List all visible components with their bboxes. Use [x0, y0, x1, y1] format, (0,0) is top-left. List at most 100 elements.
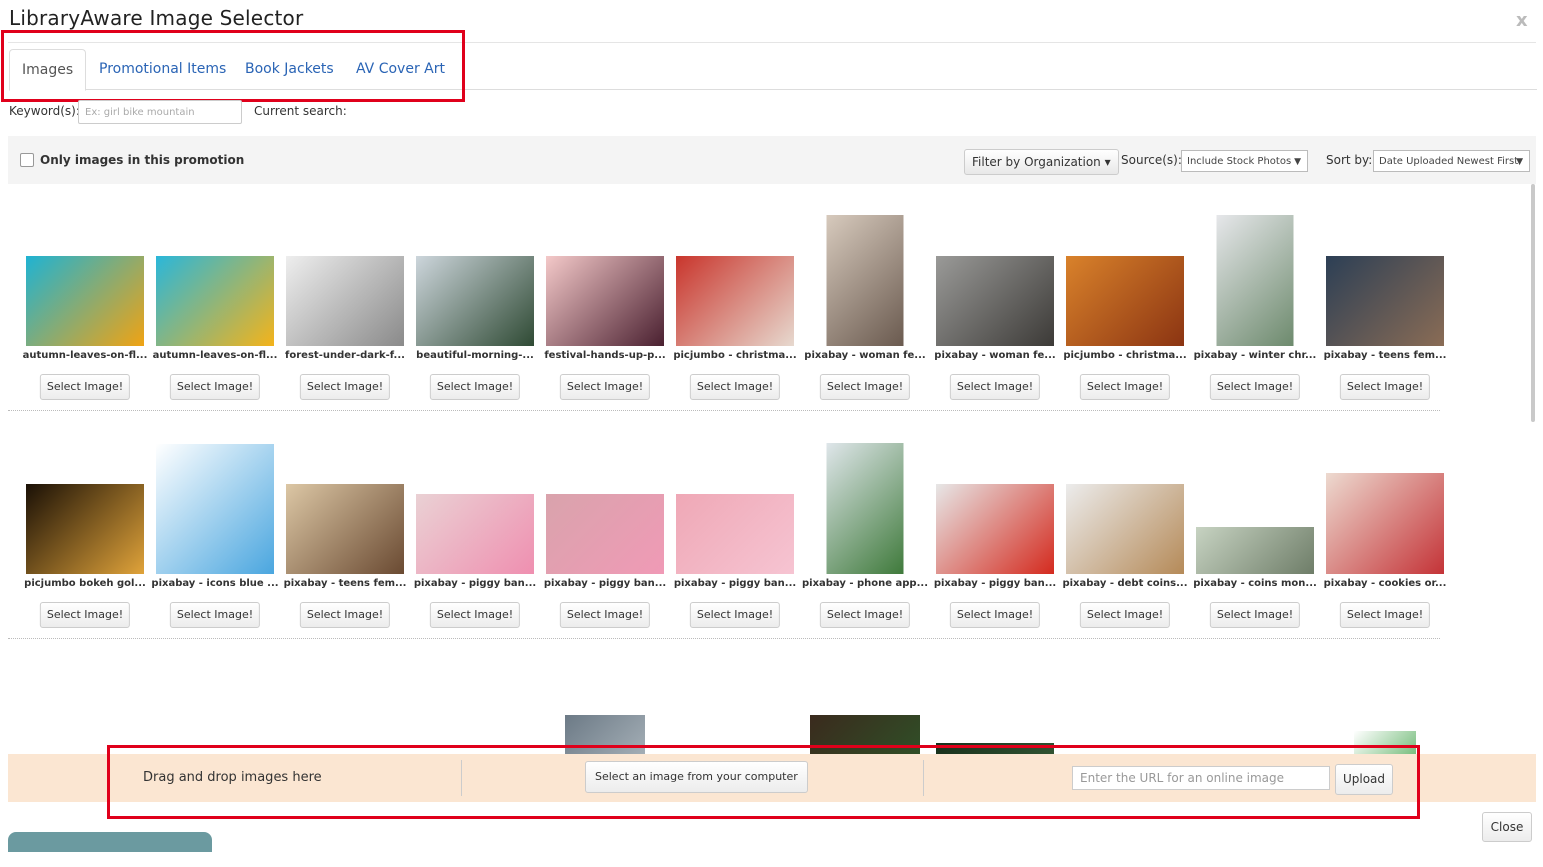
thumbnail-frame: [540, 212, 670, 346]
select-image-button[interactable]: Select Image!: [1079, 374, 1171, 400]
dropzone-divider: [923, 760, 924, 796]
select-image-button[interactable]: Select Image!: [819, 374, 911, 400]
image-caption: pixabay - piggy ban...: [933, 578, 1057, 589]
image-thumbnail[interactable]: [676, 494, 794, 574]
image-caption: pixabay - piggy ban...: [673, 578, 797, 589]
select-image-button[interactable]: Select Image!: [299, 602, 391, 628]
image-card: picjumbo - christma... Select Image!: [670, 212, 800, 412]
thumbnail-frame: [20, 440, 150, 574]
select-image-button[interactable]: Select Image!: [1339, 602, 1431, 628]
select-image-button[interactable]: Select Image!: [1079, 602, 1171, 628]
image-card: picjumbo bokeh gol... Select Image!: [20, 440, 150, 640]
tab-bar: Images Promotional Items Book Jackets AV…: [9, 49, 1537, 91]
image-card: pixabay - icons blue ... Select Image!: [150, 440, 280, 640]
dropzone-divider: [461, 760, 462, 796]
image-caption: pixabay - coins mon...: [1193, 578, 1317, 589]
select-image-button[interactable]: Select Image!: [39, 602, 131, 628]
upload-dropzone[interactable]: Drag and drop images here Select an imag…: [8, 754, 1536, 802]
select-image-button[interactable]: Select Image!: [689, 602, 781, 628]
image-card: festival-hands-up-p... Select Image!: [540, 212, 670, 412]
image-card: pixabay - piggy ban... Select Image!: [540, 440, 670, 640]
current-search-label: Current search:: [254, 104, 347, 118]
close-icon[interactable]: x: [1516, 10, 1528, 31]
image-thumbnail[interactable]: [416, 494, 534, 574]
image-thumbnail[interactable]: [26, 256, 144, 346]
sort-select[interactable]: Date Uploaded Newest First ▼: [1373, 150, 1530, 172]
drag-drop-text: Drag and drop images here: [143, 770, 322, 785]
image-card: pixabay - cookies or... Select Image!: [1320, 440, 1450, 640]
image-thumbnail[interactable]: [936, 256, 1054, 346]
image-thumbnail[interactable]: [416, 256, 534, 346]
upload-button[interactable]: Upload: [1335, 764, 1393, 795]
image-thumbnail[interactable]: [26, 484, 144, 574]
select-image-button[interactable]: Select Image!: [39, 374, 131, 400]
source-select[interactable]: Include Stock Photos ▼: [1181, 150, 1308, 172]
select-image-button[interactable]: Select Image!: [429, 374, 521, 400]
scrollbar[interactable]: [1531, 184, 1535, 422]
image-thumbnail[interactable]: [676, 256, 794, 346]
image-thumbnail[interactable]: [156, 444, 274, 574]
image-caption: pixabay - woman fe...: [934, 350, 1056, 361]
select-image-button[interactable]: Select Image!: [1339, 374, 1431, 400]
image-thumbnail[interactable]: [936, 484, 1054, 574]
image-thumbnail[interactable]: [546, 256, 664, 346]
select-image-button[interactable]: Select Image!: [819, 602, 911, 628]
tab-images[interactable]: Images: [9, 49, 87, 91]
thumbnail-frame: [1190, 212, 1320, 346]
image-thumbnail[interactable]: [546, 494, 664, 574]
window-title: LibraryAware Image Selector: [9, 6, 304, 30]
image-caption: picjumbo - christma...: [1063, 350, 1187, 361]
select-image-button[interactable]: Select Image!: [169, 602, 261, 628]
thumbnail-frame: [1060, 212, 1190, 346]
select-image-button[interactable]: Select Image!: [1209, 374, 1301, 400]
keyword-input[interactable]: [78, 100, 242, 124]
thumbnail-frame: [410, 212, 540, 346]
image-caption: pixabay - piggy ban...: [413, 578, 537, 589]
image-thumbnail[interactable]: [156, 256, 274, 346]
image-thumbnail[interactable]: [1066, 484, 1184, 574]
thumbnail-frame: [670, 440, 800, 574]
select-image-button[interactable]: Select Image!: [949, 374, 1041, 400]
image-url-input[interactable]: [1072, 766, 1330, 790]
select-image-button[interactable]: Select Image!: [949, 602, 1041, 628]
image-thumbnail[interactable]: [286, 256, 404, 346]
keyword-label: Keyword(s):: [9, 104, 80, 118]
select-image-button[interactable]: Select Image!: [299, 374, 391, 400]
image-card: pixabay - teens fem... Select Image!: [280, 440, 410, 640]
tab-promotional-items[interactable]: Promotional Items: [99, 49, 226, 89]
select-image-button[interactable]: Select Image!: [169, 374, 261, 400]
image-thumbnail[interactable]: [1216, 215, 1294, 346]
image-thumbnail[interactable]: [1326, 256, 1444, 346]
image-card: autumn-leaves-on-fl... Select Image!: [20, 212, 150, 412]
image-thumbnail[interactable]: [286, 484, 404, 574]
select-image-button[interactable]: Select Image!: [429, 602, 521, 628]
filter-by-organization-button[interactable]: Filter by Organization ▾: [964, 149, 1119, 175]
image-caption: pixabay - piggy ban...: [543, 578, 667, 589]
image-caption: picjumbo bokeh gol...: [24, 578, 146, 589]
image-thumbnail[interactable]: [826, 215, 904, 346]
image-caption: pixabay - woman fe...: [804, 350, 926, 361]
tab-book-jackets[interactable]: Book Jackets: [245, 49, 334, 89]
close-button[interactable]: Close: [1482, 812, 1532, 842]
image-card: pixabay - winter chr... Select Image!: [1190, 212, 1320, 412]
select-image-button[interactable]: Select Image!: [559, 602, 651, 628]
thumbnail-frame: [1320, 440, 1450, 574]
image-thumbnail[interactable]: [826, 443, 904, 574]
select-from-computer-button[interactable]: Select an image from your computer: [585, 761, 808, 793]
select-image-button[interactable]: Select Image!: [689, 374, 781, 400]
image-card: pixabay - debt coins... Select Image!: [1060, 440, 1190, 640]
image-thumbnail[interactable]: [1326, 473, 1444, 574]
image-thumbnail[interactable]: [1196, 527, 1314, 574]
image-caption: forest-under-dark-f...: [285, 350, 405, 361]
tab-av-cover-art[interactable]: AV Cover Art: [356, 49, 445, 89]
select-image-button[interactable]: Select Image!: [559, 374, 651, 400]
select-image-button[interactable]: Select Image!: [1209, 602, 1301, 628]
thumbnail-frame: [280, 212, 410, 346]
filter-bar: Only images in this promotion Filter by …: [8, 136, 1536, 184]
thumbnail-frame: [1060, 440, 1190, 574]
image-thumbnail[interactable]: [1066, 256, 1184, 346]
image-card: beautiful-morning-... Select Image!: [410, 212, 540, 412]
dropdown-arrow-icon: ▼: [1294, 157, 1301, 167]
only-promotion-checkbox[interactable]: [20, 153, 34, 167]
image-caption: autumn-leaves-on-fl...: [22, 350, 148, 361]
